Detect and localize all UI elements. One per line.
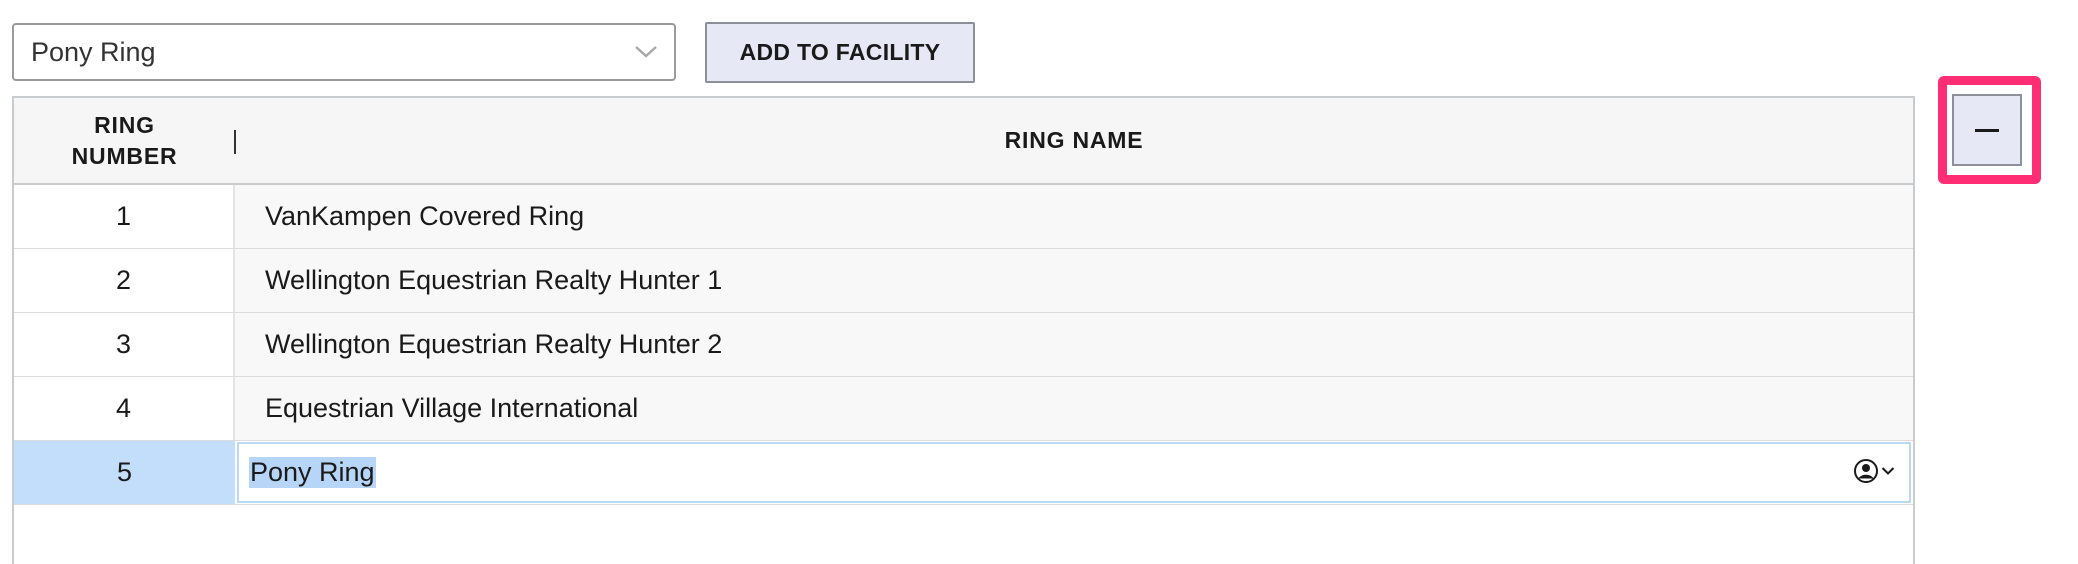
ring-name-cell[interactable]: Equestrian Village International [235, 377, 1913, 440]
ring-number-cell: 1 [14, 185, 235, 248]
minus-icon [1975, 128, 1999, 132]
ring-number-cell: 5 [14, 441, 235, 504]
contact-autofill-icon[interactable] [1853, 458, 1895, 484]
column-header-label: RING NAME [1004, 127, 1144, 153]
ring-name-edit-text: Pony Ring [249, 457, 376, 488]
page: Pony Ring ADD TO FACILITY RING NUMBER RI… [0, 0, 2078, 564]
ring-select-dropdown[interactable]: Pony Ring [12, 23, 676, 81]
table-row[interactable]: 1 VanKampen Covered Ring [14, 185, 1913, 249]
ring-name-cell[interactable]: VanKampen Covered Ring [235, 185, 1913, 248]
ring-select-value: Pony Ring [31, 36, 156, 67]
add-to-facility-button[interactable]: ADD TO FACILITY [705, 22, 975, 83]
column-header-ring-number[interactable]: RING NUMBER [14, 98, 235, 183]
column-header-label: RING NUMBER [71, 111, 178, 169]
table-row[interactable]: 3 Wellington Equestrian Realty Hunter 2 [14, 313, 1913, 377]
ring-name-edit-input[interactable]: Pony Ring [237, 442, 1911, 503]
ring-name-cell[interactable]: Pony Ring [235, 441, 1913, 504]
table-row[interactable]: 2 Wellington Equestrian Realty Hunter 1 [14, 249, 1913, 313]
ring-name-cell[interactable]: Wellington Equestrian Realty Hunter 1 [235, 249, 1913, 312]
ring-number-cell: 4 [14, 377, 235, 440]
table-row[interactable]: 4 Equestrian Village International [14, 377, 1913, 441]
ring-number-cell: 2 [14, 249, 235, 312]
rings-table: RING NUMBER RING NAME 1 VanKampen Covere… [12, 96, 1915, 564]
ring-number-cell: 3 [14, 313, 235, 376]
table-header: RING NUMBER RING NAME [14, 98, 1913, 185]
chevron-down-icon [618, 25, 674, 79]
table-row-editing[interactable]: 5 Pony Ring [14, 441, 1913, 505]
ring-name-cell[interactable]: Wellington Equestrian Realty Hunter 2 [235, 313, 1913, 376]
remove-ring-button[interactable] [1952, 94, 2022, 166]
column-header-ring-name[interactable]: RING NAME [235, 98, 1913, 183]
